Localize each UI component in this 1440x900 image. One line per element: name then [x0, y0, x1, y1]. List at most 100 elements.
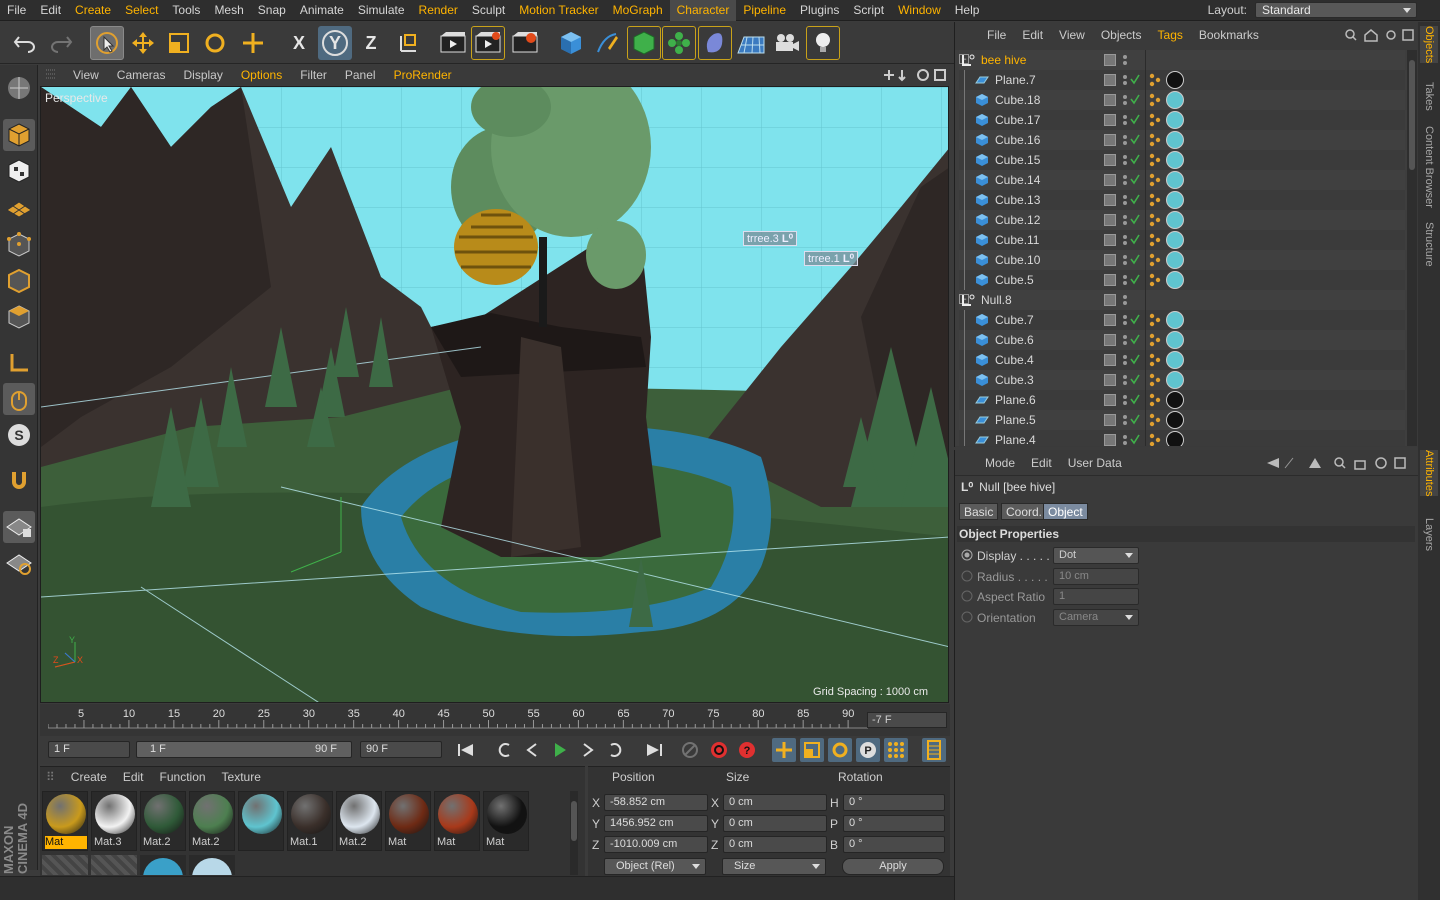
- viewport-menu-cameras[interactable]: Cameras: [108, 65, 175, 85]
- object-name[interactable]: Cube.16: [995, 133, 1040, 147]
- current-frame-field[interactable]: -7 F: [867, 712, 947, 728]
- next-frame-icon[interactable]: [576, 738, 600, 762]
- menu-motion-tracker[interactable]: Motion Tracker: [512, 0, 605, 21]
- layout-dropdown[interactable]: Standard: [1255, 2, 1417, 18]
- attribute-tab-basic[interactable]: Basic: [959, 503, 999, 520]
- enabled-check-icon[interactable]: [1130, 133, 1140, 145]
- object-name[interactable]: Cube.4: [995, 353, 1034, 367]
- undo-icon[interactable]: [8, 26, 42, 60]
- object-name[interactable]: Cube.18: [995, 93, 1040, 107]
- size-mode-dropdown[interactable]: Size: [722, 858, 826, 875]
- phong-tag-icon[interactable]: [1148, 392, 1164, 408]
- property-animate-icon[interactable]: [961, 590, 973, 602]
- material-tag-icon[interactable]: [1166, 271, 1184, 289]
- record-active-objects-icon[interactable]: [707, 738, 731, 762]
- enable-axis-icon[interactable]: [3, 347, 35, 379]
- material-swatch[interactable]: Mat: [434, 791, 480, 851]
- object-name[interactable]: Cube.14: [995, 173, 1040, 187]
- object-row[interactable]: − Null.8: [959, 290, 1405, 310]
- menu-create[interactable]: Create: [68, 0, 118, 21]
- key-rotation-icon[interactable]: [828, 738, 852, 762]
- enabled-check-icon[interactable]: [1130, 353, 1140, 365]
- material-swatch[interactable]: Mat.2: [140, 791, 186, 851]
- enabled-check-icon[interactable]: [1130, 333, 1140, 345]
- object-row[interactable]: Plane.4: [959, 430, 1405, 446]
- object-row[interactable]: Cube.18: [959, 90, 1405, 110]
- visibility-dots-icon[interactable]: [1122, 173, 1128, 187]
- object-menu-tags[interactable]: Tags: [1150, 28, 1191, 42]
- visibility-dots-icon[interactable]: [1122, 73, 1128, 87]
- material-tag-icon[interactable]: [1166, 411, 1184, 429]
- x-axis-lock-button[interactable]: X: [282, 26, 316, 60]
- key-parameter-icon[interactable]: P: [856, 738, 880, 762]
- material-tag-icon[interactable]: [1166, 351, 1184, 369]
- coord-mode-dropdown[interactable]: Object (Rel): [604, 858, 706, 875]
- object-row[interactable]: Cube.17: [959, 110, 1405, 130]
- menu-simulate[interactable]: Simulate: [351, 0, 412, 21]
- position-x-field[interactable]: -58.852 cm: [604, 794, 708, 811]
- material-tag-icon[interactable]: [1166, 331, 1184, 349]
- go-to-end-icon[interactable]: [642, 738, 666, 762]
- material-tag-icon[interactable]: [1166, 131, 1184, 149]
- material-tag-icon[interactable]: [1166, 431, 1184, 446]
- phong-tag-icon[interactable]: [1148, 172, 1164, 188]
- workplane-icon[interactable]: [3, 191, 35, 223]
- visibility-dots-icon[interactable]: [1122, 193, 1128, 207]
- model-mode-icon[interactable]: [3, 119, 35, 151]
- coordinate-system-icon[interactable]: [392, 26, 426, 60]
- rotate-icon[interactable]: [198, 26, 232, 60]
- enabled-check-icon[interactable]: [1130, 193, 1140, 205]
- object-name[interactable]: Cube.15: [995, 153, 1040, 167]
- rotation-b-field[interactable]: 0 °: [843, 836, 945, 853]
- menu-mesh[interactable]: Mesh: [207, 0, 250, 21]
- render-picture-viewer-icon[interactable]: [471, 26, 505, 60]
- viewport-menu-panel[interactable]: Panel: [336, 65, 385, 85]
- attribute-tab-object[interactable]: Object: [1043, 503, 1088, 520]
- size-y-field[interactable]: 0 cm: [723, 815, 827, 832]
- viewport-menu-view[interactable]: View: [64, 65, 108, 85]
- layer-swatch-icon[interactable]: [1104, 234, 1116, 246]
- property-value-field[interactable]: 10 cm: [1053, 567, 1139, 585]
- material-tag-icon[interactable]: [1166, 231, 1184, 249]
- layer-swatch-icon[interactable]: [1104, 134, 1116, 146]
- object-row[interactable]: Plane.5: [959, 410, 1405, 430]
- attribute-menu-user-data[interactable]: User Data: [1060, 456, 1130, 470]
- enabled-check-icon[interactable]: [1130, 233, 1140, 245]
- material-tag-icon[interactable]: [1166, 211, 1184, 229]
- material-menu-function[interactable]: Function: [152, 770, 214, 784]
- autokeying-icon[interactable]: ?: [735, 738, 759, 762]
- phong-tag-icon[interactable]: [1148, 112, 1164, 128]
- position-z-field[interactable]: -1010.009 cm: [604, 836, 708, 853]
- layer-swatch-icon[interactable]: [1104, 154, 1116, 166]
- key-pla-icon[interactable]: [884, 738, 908, 762]
- layer-swatch-icon[interactable]: [1104, 174, 1116, 186]
- visibility-dots-icon[interactable]: [1122, 373, 1128, 387]
- rotation-h-field[interactable]: 0 °: [843, 794, 945, 811]
- menu-animate[interactable]: Animate: [293, 0, 351, 21]
- material-placeholder[interactable]: [91, 855, 137, 875]
- visibility-dots-icon[interactable]: [1122, 313, 1128, 327]
- object-name[interactable]: Plane.5: [995, 413, 1036, 427]
- property-animate-icon[interactable]: [961, 611, 973, 623]
- viewport-menu-filter[interactable]: Filter: [291, 65, 336, 85]
- material-menu-texture[interactable]: Texture: [214, 770, 269, 784]
- object-row[interactable]: Cube.4: [959, 350, 1405, 370]
- camera-icon[interactable]: [770, 26, 804, 60]
- phong-tag-icon[interactable]: [1148, 212, 1164, 228]
- timeline-ruler[interactable]: 5 10 15 20 25 30 35 40 45 50 55 60 65 70 75 80 85 90 -7 F: [40, 704, 950, 736]
- object-menu-bookmarks[interactable]: Bookmarks: [1191, 28, 1267, 42]
- material-placeholder[interactable]: [42, 855, 88, 875]
- light-icon[interactable]: [806, 26, 840, 60]
- deformer-icon[interactable]: [698, 26, 732, 60]
- material-tag-icon[interactable]: [1166, 171, 1184, 189]
- render-settings-icon[interactable]: [508, 26, 542, 60]
- object-menu-file[interactable]: File: [979, 28, 1014, 42]
- object-row[interactable]: Cube.7: [959, 310, 1405, 330]
- material-swatch[interactable]: Mat: [42, 791, 88, 851]
- phong-tag-icon[interactable]: [1148, 72, 1164, 88]
- material-tag-icon[interactable]: [1166, 191, 1184, 209]
- object-name[interactable]: Plane.7: [995, 73, 1036, 87]
- size-z-field[interactable]: 0 cm: [723, 836, 827, 853]
- layer-swatch-icon[interactable]: [1104, 194, 1116, 206]
- phong-tag-icon[interactable]: [1148, 132, 1164, 148]
